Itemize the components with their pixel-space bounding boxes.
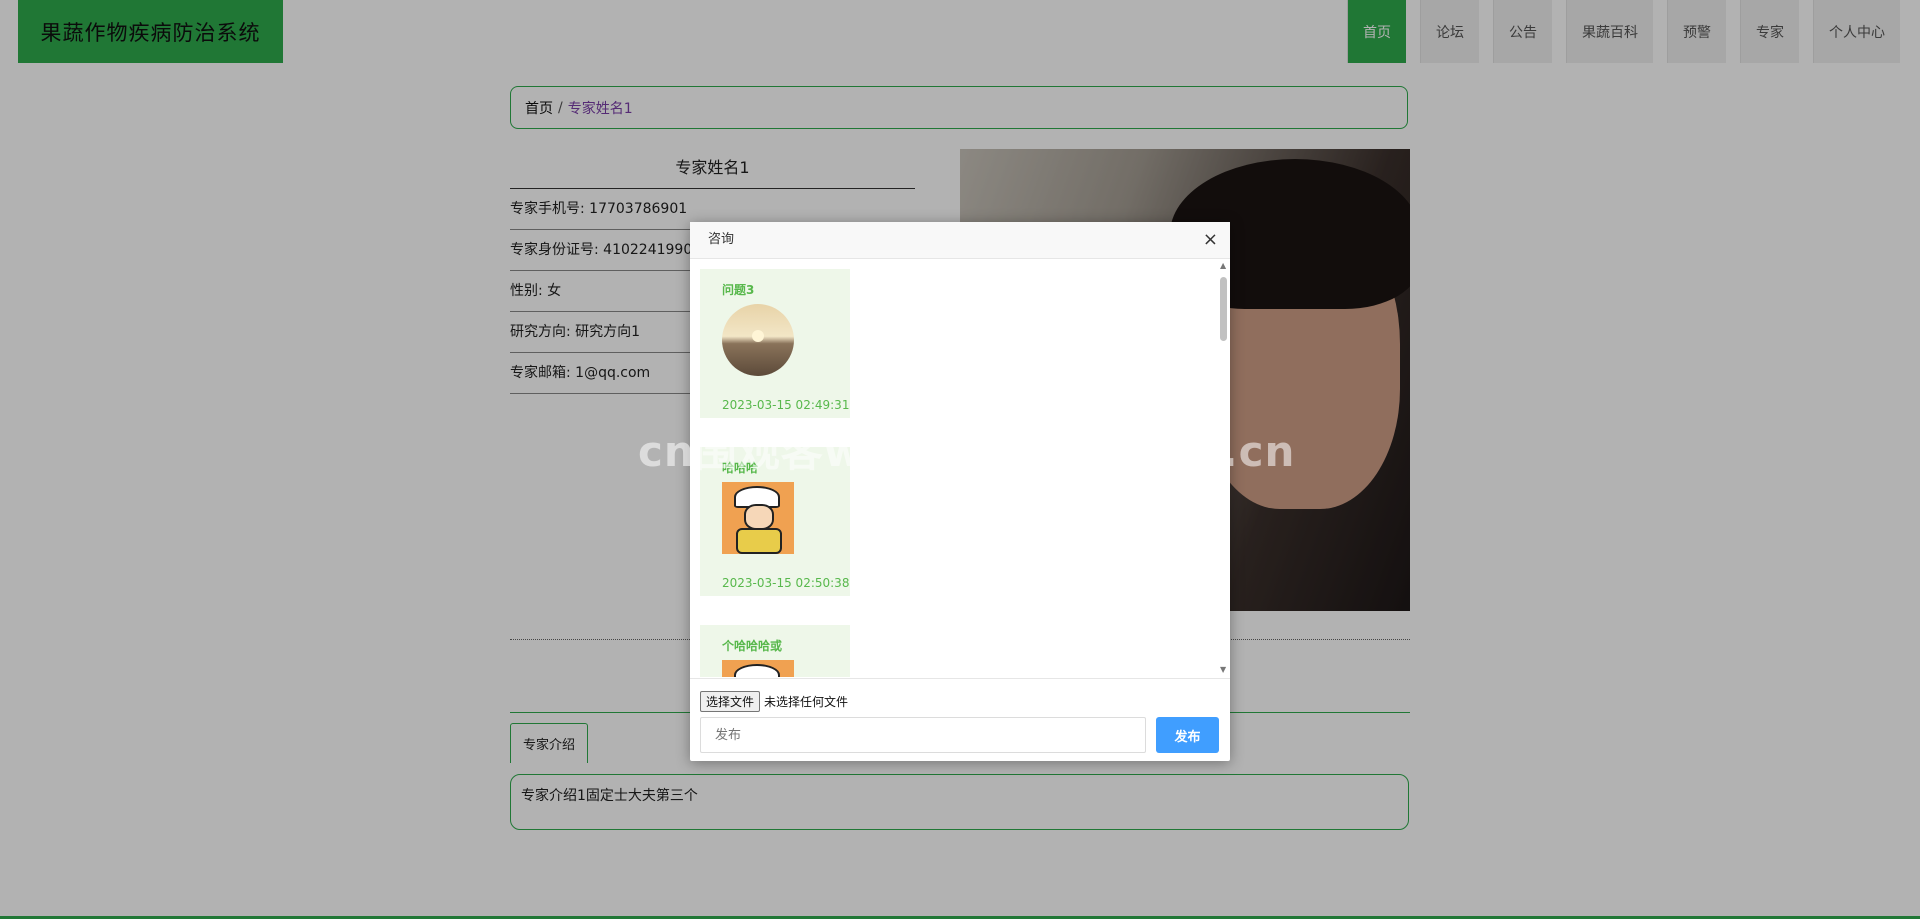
message-time: 2023-03-15 02:49:31 (722, 398, 850, 412)
file-status-text: 未选择任何文件 (764, 695, 849, 709)
scrollbar-thumb[interactable] (1220, 277, 1227, 341)
scroll-up-arrow-icon[interactable]: ▲ (1220, 262, 1226, 270)
dialog-header: 咨询 × (690, 222, 1230, 259)
message-title: 个哈哈哈或 (722, 639, 783, 653)
cartoon-avatar-thumbnail[interactable] (722, 660, 794, 677)
close-icon[interactable]: × (1203, 222, 1218, 258)
sun-shape (752, 330, 764, 342)
message-title: 问题3 (722, 283, 755, 297)
message-time: 2023-03-15 02:50:38 (722, 576, 850, 590)
file-picker: 选择文件 未选择任何文件 (700, 691, 848, 712)
cartoon-avatar-thumbnail[interactable] (722, 482, 794, 554)
consult-dialog: 咨询 × 问题3 2023-03-15 02:49:31 哈哈哈 2023-03… (690, 222, 1230, 761)
message-item: 个哈哈哈或 (700, 625, 850, 677)
post-input[interactable] (700, 717, 1146, 753)
watermark-text: cn围观客www.weiguanke.cn (638, 427, 1296, 476)
post-button[interactable]: 发布 (1156, 717, 1219, 753)
dialog-footer: 选择文件 未选择任何文件 发布 (690, 678, 1230, 762)
cartoon-hat-shape (734, 664, 780, 677)
message-item: 问题3 2023-03-15 02:49:31 (700, 269, 850, 418)
cartoon-body-shape (736, 528, 782, 554)
scroll-down-arrow-icon[interactable]: ▼ (1220, 666, 1226, 674)
cartoon-face-shape (744, 504, 774, 530)
sunset-photo-thumbnail[interactable] (722, 304, 794, 376)
dialog-title: 咨询 (708, 232, 735, 247)
choose-file-button[interactable]: 选择文件 (700, 691, 761, 712)
